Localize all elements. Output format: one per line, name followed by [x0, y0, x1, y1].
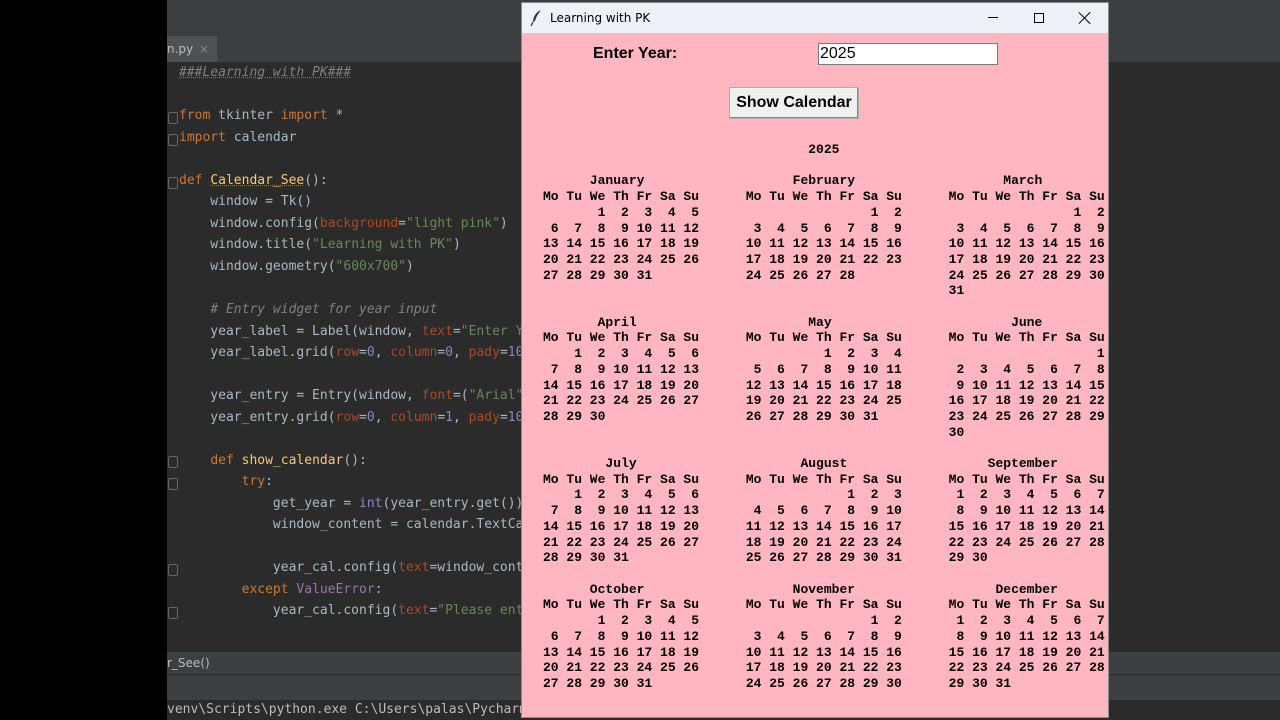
window-title: Learning with PK — [550, 11, 651, 25]
window-titlebar[interactable]: Learning with PK — [522, 3, 1108, 33]
tab-close-icon[interactable]: × — [199, 42, 209, 56]
close-icon — [1078, 11, 1092, 25]
minimize-icon — [988, 17, 998, 18]
fold-icon[interactable] — [168, 607, 178, 619]
code-line: except ValueError: — [241, 582, 383, 597]
feather-icon — [530, 10, 541, 27]
code-line: window.geometry("600x700") — [179, 259, 414, 274]
code-line: from tkinter import * — [179, 108, 344, 123]
code-line: def show_calendar(): — [210, 453, 367, 468]
fold-icon[interactable] — [168, 177, 178, 189]
fold-icon[interactable] — [168, 564, 178, 576]
code-line: ###Learning with PK### — [179, 65, 352, 80]
code-line: year_label.grid(row=0, column=0, pady=10 — [179, 345, 524, 360]
code-line: # Entry widget for year input — [210, 302, 438, 317]
code-line: window.config(background="light pink") — [179, 216, 508, 231]
code-line: try: — [241, 474, 273, 489]
maximize-icon — [1034, 13, 1044, 23]
code-line: year_entry.grid(row=0, column=1, pady=10 — [179, 410, 524, 425]
close-button[interactable] — [1062, 3, 1108, 33]
code-line: import calendar — [179, 130, 297, 145]
code-line: year_cal.config(text=window_cont — [179, 560, 524, 575]
code-line: year_cal.config(text="Please ent — [179, 603, 524, 618]
fold-icon[interactable] — [168, 456, 178, 468]
calendar-output: 2025 January February March Mo Tu We Th … — [543, 142, 1105, 691]
fold-icon[interactable] — [168, 134, 178, 146]
code-line: year_entry = Entry(window, font=("Arial" — [179, 388, 524, 403]
code-line: year_label = Label(window, text="Enter Y — [179, 324, 524, 339]
year-label: Enter Year: — [593, 45, 678, 62]
minimize-button[interactable] — [970, 3, 1016, 33]
fold-icon[interactable] — [168, 112, 178, 124]
show-calendar-button[interactable]: Show Calendar — [729, 87, 859, 119]
code-line: window = Tk() — [179, 194, 313, 209]
code-line: get_year = int(year_entry.get()) — [179, 496, 524, 511]
code-line: window.title("Learning with PK") — [179, 237, 461, 252]
tk-window: Learning with PK Enter Year: Show Calend… — [521, 2, 1109, 718]
maximize-button[interactable] — [1016, 3, 1062, 33]
code-line: def Calendar_See(): — [179, 173, 328, 188]
editor-tab-label: n.py — [167, 42, 194, 56]
editor-tab[interactable]: n.py × — [167, 36, 218, 64]
year-input[interactable] — [818, 43, 998, 65]
fold-icon[interactable] — [168, 478, 178, 490]
code-line: window_content = calendar.TextCa — [179, 517, 524, 532]
